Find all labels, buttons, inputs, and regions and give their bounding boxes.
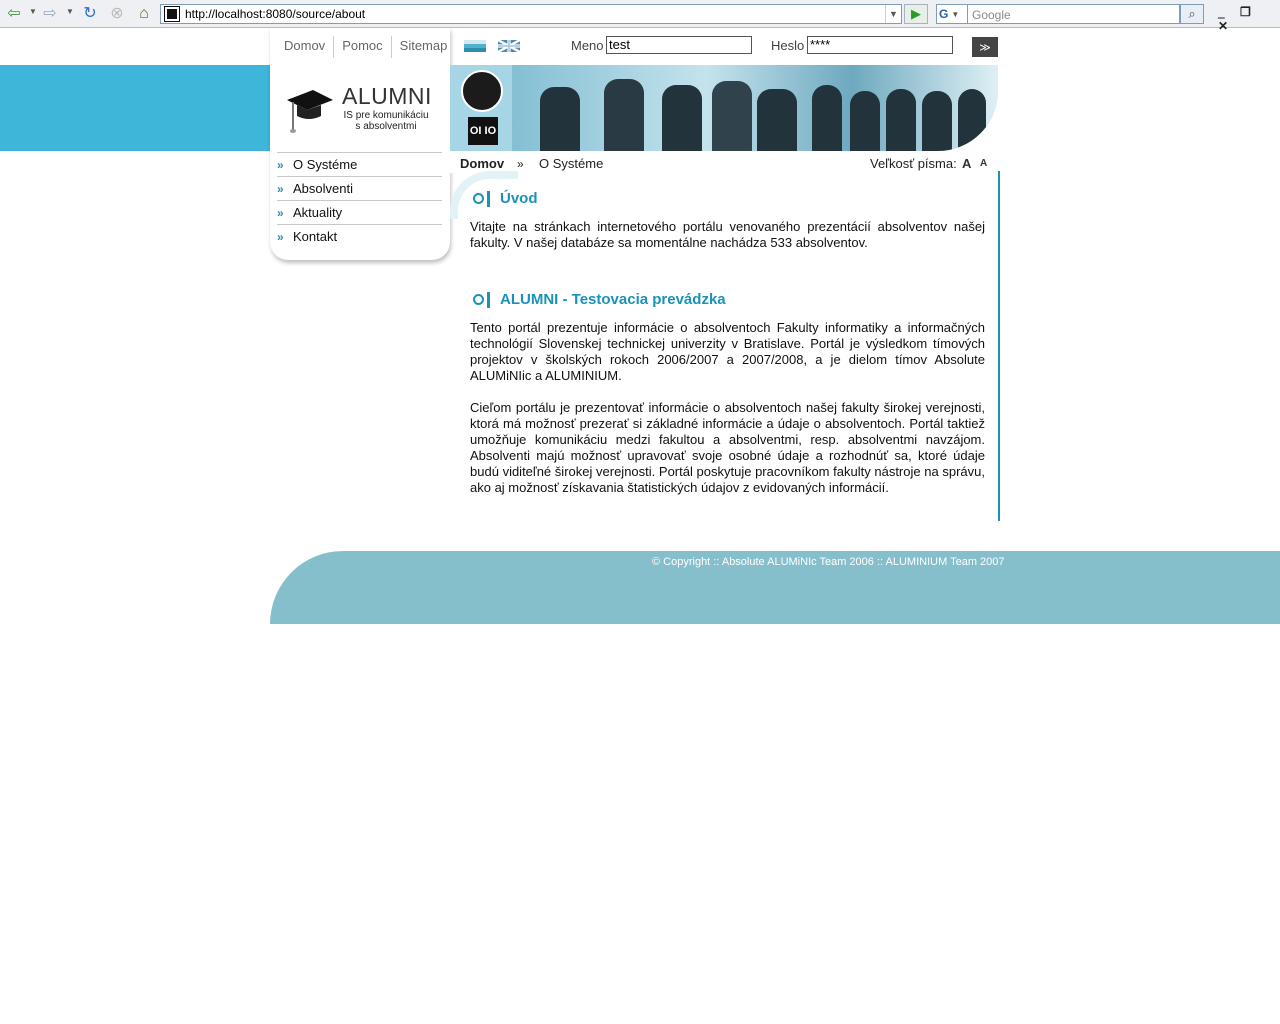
breadcrumb-current: O Systéme <box>539 156 604 171</box>
section-heading: ALUMNI - Testovacia prevádzka <box>472 291 726 308</box>
back-icon[interactable]: ⇦ <box>4 4 24 24</box>
section-paragraph: Vitajte na stránkach internetového portá… <box>470 219 985 250</box>
url-text[interactable]: http://localhost:8080/source/about <box>185 7 885 21</box>
photo-figure <box>540 87 580 151</box>
photo-figure <box>812 85 842 151</box>
photo-figure <box>604 79 644 151</box>
sidebar-item-label: Kontakt <box>293 229 338 244</box>
double-chevron-icon: » <box>277 157 284 172</box>
header-band <box>0 65 270 151</box>
logo-subtitle: IS pre komunikáciu s absolventmi <box>336 110 436 132</box>
topnav-pomoc[interactable]: Pomoc <box>333 36 390 58</box>
logo-subtitle-line2: s absolventmi <box>355 121 417 132</box>
login-button[interactable]: ≫ <box>972 37 998 57</box>
sidebar-item-label: Aktuality <box>293 205 343 220</box>
logo-subtitle-line1: IS pre komunikáciu <box>343 110 429 121</box>
university-seal-icon <box>461 70 503 112</box>
font-larger-button[interactable]: A <box>962 156 971 171</box>
fiit-logo: OI IO <box>468 117 498 145</box>
section-bullet-icon <box>472 190 500 207</box>
photo-figure <box>850 91 880 151</box>
section-heading: Úvod <box>472 190 538 207</box>
section-title: Úvod <box>500 190 538 207</box>
breadcrumb-separator: » <box>517 157 524 171</box>
search-engine-selector[interactable]: G ▼ <box>936 4 968 24</box>
font-smaller-button[interactable]: A <box>980 158 987 169</box>
username-label: Meno <box>571 38 604 53</box>
photo-figure <box>662 85 702 151</box>
section-title: ALUMNI - Testovacia prevádzka <box>500 291 726 308</box>
sidebar-item-label: Absolventi <box>293 181 353 196</box>
password-label: Heslo <box>771 38 805 53</box>
topnav-domov[interactable]: Domov <box>270 36 333 58</box>
reload-icon[interactable]: ↻ <box>80 4 100 24</box>
uk-flag-icon[interactable] <box>498 40 520 52</box>
forward-icon[interactable]: ⇨ <box>40 4 60 24</box>
sidebar-item-absolventi[interactable]: » Absolventi <box>277 176 442 200</box>
sidebar-item-o-systeme[interactable]: » O Systéme <box>277 152 442 176</box>
double-chevron-icon: » <box>277 205 284 220</box>
sidebar-item-label: O Systéme <box>293 157 358 172</box>
stop-icon[interactable]: ⊗ <box>107 4 127 24</box>
favicon-icon <box>164 6 180 22</box>
username-input[interactable]: test <box>606 36 752 54</box>
url-dropdown-icon[interactable]: ▼ <box>885 5 901 23</box>
double-chevron-icon: » <box>277 181 284 196</box>
font-size-label: Veľkosť písma: <box>870 156 957 171</box>
banner-logos: OI IO <box>450 65 512 151</box>
copyright-text: © Copyright :: Absolute ALUMiNIc Team 20… <box>652 556 1005 568</box>
go-button[interactable]: ▶ <box>904 4 928 24</box>
photo-figure <box>922 91 952 151</box>
magnifier-icon[interactable]: ⌕ <box>1180 4 1204 24</box>
sidebar-item-aktuality[interactable]: » Aktuality <box>277 200 442 224</box>
section-bullet-icon <box>472 291 500 308</box>
breadcrumb-home-link[interactable]: Domov <box>460 156 504 171</box>
window-controls[interactable]: ‗ ❐ ✕ <box>1218 5 1280 33</box>
photo-figure <box>757 89 797 151</box>
photo-figure <box>886 89 916 151</box>
slovak-flag-icon[interactable] <box>464 40 486 52</box>
back-history-dropdown-icon[interactable]: ▼ <box>29 7 37 16</box>
google-icon: G <box>939 7 949 21</box>
sidebar-item-kontakt[interactable]: » Kontakt <box>277 224 442 248</box>
section-paragraph: Tento portál prezentuje informácie o abs… <box>470 320 985 383</box>
section-paragraph: Cieľom portálu je prezentovať informácie… <box>470 400 985 495</box>
browser-toolbar: ⇦ ▼ ⇨ ▼ ↻ ⊗ ⌂ http://localhost:8080/sour… <box>0 0 1280 33</box>
header-banner: OI IO <box>450 65 998 151</box>
top-navigation: Domov Pomoc Sitemap <box>270 36 450 58</box>
graduation-cap-icon <box>287 90 333 133</box>
logo-title: ALUMNI <box>342 83 432 109</box>
home-icon[interactable]: ⌂ <box>134 4 154 24</box>
double-chevron-icon: » <box>277 229 284 244</box>
photo-figure <box>958 89 986 151</box>
forward-history-dropdown-icon[interactable]: ▼ <box>66 7 74 16</box>
side-menu: » O Systéme » Absolventi » Aktuality » K… <box>277 152 442 248</box>
browser-search-input[interactable]: Google <box>968 4 1180 24</box>
address-bar[interactable]: http://localhost:8080/source/about ▼ <box>160 4 902 24</box>
topnav-sitemap[interactable]: Sitemap <box>390 36 456 58</box>
password-input[interactable]: **** <box>807 36 953 54</box>
photo-figure <box>712 81 752 151</box>
graduation-photo <box>512 65 998 151</box>
